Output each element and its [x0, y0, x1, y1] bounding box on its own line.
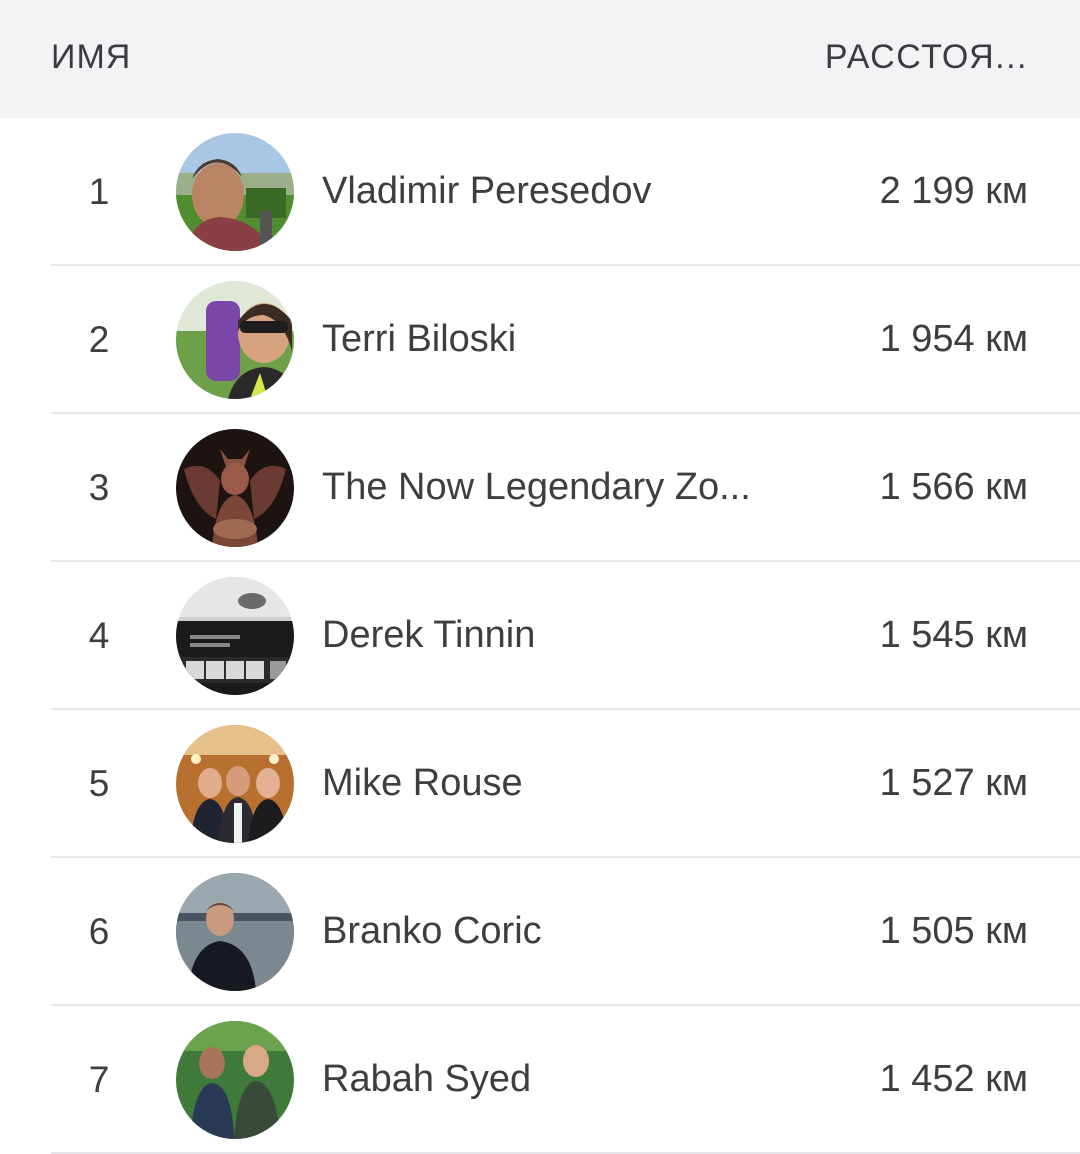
- avatar[interactable]: [176, 429, 294, 547]
- athlete-name[interactable]: Branko Coric: [322, 910, 772, 953]
- row-rank: 6: [88, 911, 110, 952]
- athlete-name[interactable]: The Now Legendary Zo...: [322, 466, 772, 509]
- row-rank: 5: [88, 763, 110, 804]
- leaderboard-header: ИМЯ РАССТОЯ...: [0, 0, 1080, 118]
- athlete-name[interactable]: Terri Biloski: [322, 318, 772, 361]
- row-rank: 1: [88, 171, 110, 212]
- table-row[interactable]: 6 Branko Coric 1 505 км: [0, 858, 1080, 1006]
- avatar[interactable]: [176, 725, 294, 843]
- athlete-distance: 1 566 км: [879, 466, 1028, 508]
- row-rank: 7: [88, 1059, 110, 1100]
- athlete-distance: 1 505 км: [879, 910, 1028, 952]
- athlete-distance: 1 527 км: [879, 762, 1028, 804]
- table-row[interactable]: 7 Rabah Syed 1 452 км: [0, 1006, 1080, 1154]
- table-row[interactable]: 3 The Now Legendary Zo... 1 566 км: [0, 414, 1080, 562]
- athlete-distance: 1 954 км: [879, 318, 1028, 360]
- avatar[interactable]: [176, 1021, 294, 1139]
- row-rank: 4: [88, 615, 110, 656]
- avatar[interactable]: [176, 577, 294, 695]
- avatar[interactable]: [176, 281, 294, 399]
- avatar[interactable]: [176, 133, 294, 251]
- column-header-name[interactable]: ИМЯ: [51, 38, 131, 77]
- table-row[interactable]: 4 Derek Tinnin 1 545 км: [0, 562, 1080, 710]
- row-rank: 2: [88, 319, 110, 360]
- leaderboard-list: 1 Vladimir Peresedov 2 199 км 2 Terri Bi…: [0, 118, 1080, 1154]
- row-rank: 3: [88, 467, 110, 508]
- athlete-distance: 2 199 км: [879, 170, 1028, 212]
- table-row[interactable]: 1 Vladimir Peresedov 2 199 км: [0, 118, 1080, 266]
- table-row[interactable]: 2 Terri Biloski 1 954 км: [0, 266, 1080, 414]
- table-row[interactable]: 5 Mike Rouse 1 527 км: [0, 710, 1080, 858]
- column-header-distance[interactable]: РАССТОЯ...: [825, 38, 1028, 77]
- athlete-name[interactable]: Derek Tinnin: [322, 614, 772, 657]
- athlete-name[interactable]: Vladimir Peresedov: [322, 170, 772, 213]
- athlete-distance: 1 545 км: [879, 614, 1028, 656]
- athlete-name[interactable]: Mike Rouse: [322, 762, 772, 805]
- avatar[interactable]: [176, 873, 294, 991]
